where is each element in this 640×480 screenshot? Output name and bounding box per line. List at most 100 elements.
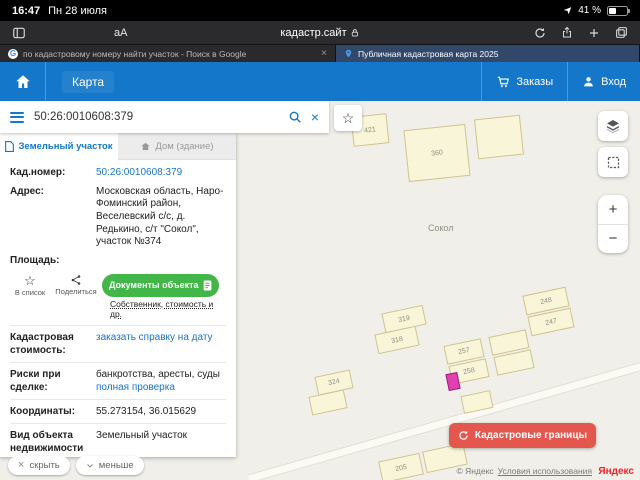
- risks-value: банкротства, аресты, суды: [96, 368, 220, 380]
- cad-number-label: Кад.номер:: [10, 167, 66, 178]
- battery-icon: [607, 5, 630, 16]
- tabs-icon[interactable]: [615, 26, 628, 39]
- add-to-list-button[interactable]: ☆ В список: [10, 274, 50, 297]
- address-bar[interactable]: кадастр.сайт: [280, 27, 359, 39]
- zoom-control: + −: [598, 195, 628, 253]
- area-label: Площадь:: [10, 255, 60, 267]
- browser-tab-cadastre[interactable]: Публичная кадастровая карта 2025: [336, 45, 640, 62]
- map-copyright: © Яндекс Условия использования: [456, 466, 592, 476]
- login-button[interactable]: Вход: [567, 62, 640, 101]
- risks-label: Риски при сделке:: [10, 368, 61, 393]
- chevron-down-icon: [86, 462, 94, 470]
- cart-icon: [496, 75, 510, 89]
- share-button[interactable]: Поделиться: [55, 274, 97, 297]
- nav-map-tab[interactable]: Карта: [62, 70, 115, 93]
- coords-label: Координаты:: [10, 405, 76, 417]
- screen: 16:47 Пн 28 июля 41 % аА кадастр.сайт G …: [0, 0, 640, 480]
- refresh-icon: [458, 430, 469, 441]
- map-parcel[interactable]: [308, 389, 348, 416]
- orders-button[interactable]: Заказы: [481, 62, 567, 101]
- page-icon: [203, 280, 212, 291]
- share-nodes-icon: [70, 274, 82, 286]
- measure-icon: [607, 156, 619, 168]
- zoom-out-button[interactable]: −: [598, 223, 628, 254]
- reload-icon[interactable]: [534, 27, 546, 39]
- clock: 16:47: [12, 4, 41, 17]
- risks-row: Риски при сделке: банкротства, аресты, с…: [10, 361, 226, 399]
- status-bar: 16:47 Пн 28 июля 41 %: [0, 0, 640, 21]
- share-label: Поделиться: [55, 287, 97, 297]
- add-to-list-label: В список: [14, 287, 46, 297]
- coords-value: 55.273154, 36.015629: [96, 405, 197, 417]
- user-icon: [582, 75, 595, 88]
- share-icon[interactable]: [561, 26, 573, 39]
- cadastral-borders-label: Кадастровые границы: [474, 430, 587, 441]
- cad-number-link[interactable]: 50:26:0010608:379: [96, 167, 226, 180]
- address-value: Московская область, Наро-Фоминский район…: [96, 185, 224, 248]
- address-row: Адрес: Московская область, Наро-Фомински…: [10, 186, 226, 249]
- layers-button[interactable]: [598, 111, 628, 141]
- map-area-label: Сокол: [428, 223, 454, 233]
- area-value: [96, 255, 226, 268]
- hide-panel-button[interactable]: × скрыть: [8, 456, 70, 475]
- sidebar-icon[interactable]: [12, 26, 26, 40]
- object-type-value: Земельный участок: [96, 429, 188, 441]
- orders-label: Заказы: [516, 75, 554, 88]
- pin-icon: [344, 48, 353, 59]
- date: Пн 28 июля: [48, 4, 107, 17]
- tab-house[interactable]: Дом (здание): [118, 133, 236, 160]
- clear-icon[interactable]: ×: [311, 110, 319, 124]
- actions-row: ☆ В список Поделиться Документы объекта: [10, 273, 226, 297]
- tab-title: по кадастровому номеру найти участок - П…: [23, 48, 247, 59]
- coords-row: Координаты: 55.273154, 36.015629: [10, 398, 226, 423]
- map-parcel[interactable]: 360: [403, 123, 471, 183]
- google-favicon-icon: G: [8, 48, 18, 59]
- panel-controls: × скрыть меньше: [8, 456, 144, 475]
- map-parcel[interactable]: 205: [378, 452, 424, 480]
- menu-icon[interactable]: [10, 111, 24, 123]
- risks-check-link[interactable]: полная проверка: [96, 381, 226, 394]
- documents-label: Документы объекта: [109, 280, 199, 291]
- close-tab-icon[interactable]: ×: [321, 48, 327, 59]
- map-parcel[interactable]: 318: [374, 325, 420, 355]
- site-header: Карта Заказы Вход: [0, 62, 640, 101]
- map-parcel[interactable]: [474, 114, 524, 160]
- cad-number-row: Кад.номер: 50:26:0010608:379: [10, 167, 226, 180]
- less-label: меньше: [98, 460, 134, 471]
- browser-tab-google[interactable]: G по кадастровому номеру найти участок -…: [0, 45, 336, 62]
- tab-house-label: Дом (здание): [155, 140, 214, 152]
- yandex-copyright: © Яндекс: [456, 466, 494, 476]
- cost-label: Кадастровая стоимость:: [10, 331, 74, 356]
- area-row: Площадь:: [10, 255, 226, 268]
- terms-link[interactable]: Условия использования: [498, 466, 592, 476]
- home-button[interactable]: [0, 62, 46, 101]
- new-tab-icon[interactable]: [588, 27, 600, 39]
- favorite-button[interactable]: ☆: [334, 105, 362, 131]
- reader-button[interactable]: аА: [114, 27, 127, 39]
- object-documents-button[interactable]: Документы объекта: [102, 273, 219, 297]
- owner-info-link[interactable]: Собственник, стоимость и др.: [110, 299, 226, 319]
- cost-row: Кадастровая стоимость: заказать справку …: [10, 324, 226, 362]
- search-icon[interactable]: [288, 110, 302, 124]
- url-text: кадастр.сайт: [280, 26, 347, 39]
- layers-icon: [606, 120, 620, 134]
- measure-button[interactable]: [598, 147, 628, 177]
- cadastral-borders-button[interactable]: Кадастровые границы: [448, 423, 596, 448]
- house-icon: [141, 142, 151, 150]
- collapse-panel-button[interactable]: меньше: [75, 456, 144, 475]
- document-icon: [5, 140, 15, 152]
- battery-percent: 41 %: [578, 5, 601, 16]
- tab-bar: G по кадастровому номеру найти участок -…: [0, 45, 640, 62]
- home-icon: [15, 74, 30, 88]
- login-label: Вход: [601, 75, 626, 88]
- lock-icon: [351, 28, 360, 38]
- tab-title: Публичная кадастровая карта 2025: [358, 48, 499, 59]
- zoom-in-button[interactable]: +: [598, 195, 628, 224]
- cost-link[interactable]: заказать справку на дату: [96, 331, 226, 357]
- browser-toolbar: аА кадастр.сайт: [0, 21, 640, 45]
- search-input[interactable]: [34, 111, 279, 123]
- star-icon: ☆: [24, 272, 36, 288]
- address-label: Адрес:: [10, 185, 44, 197]
- tab-land-parcel[interactable]: Земельный участок: [0, 133, 118, 160]
- object-type-row: Вид объекта недвижимости Земельный участ…: [10, 422, 226, 457]
